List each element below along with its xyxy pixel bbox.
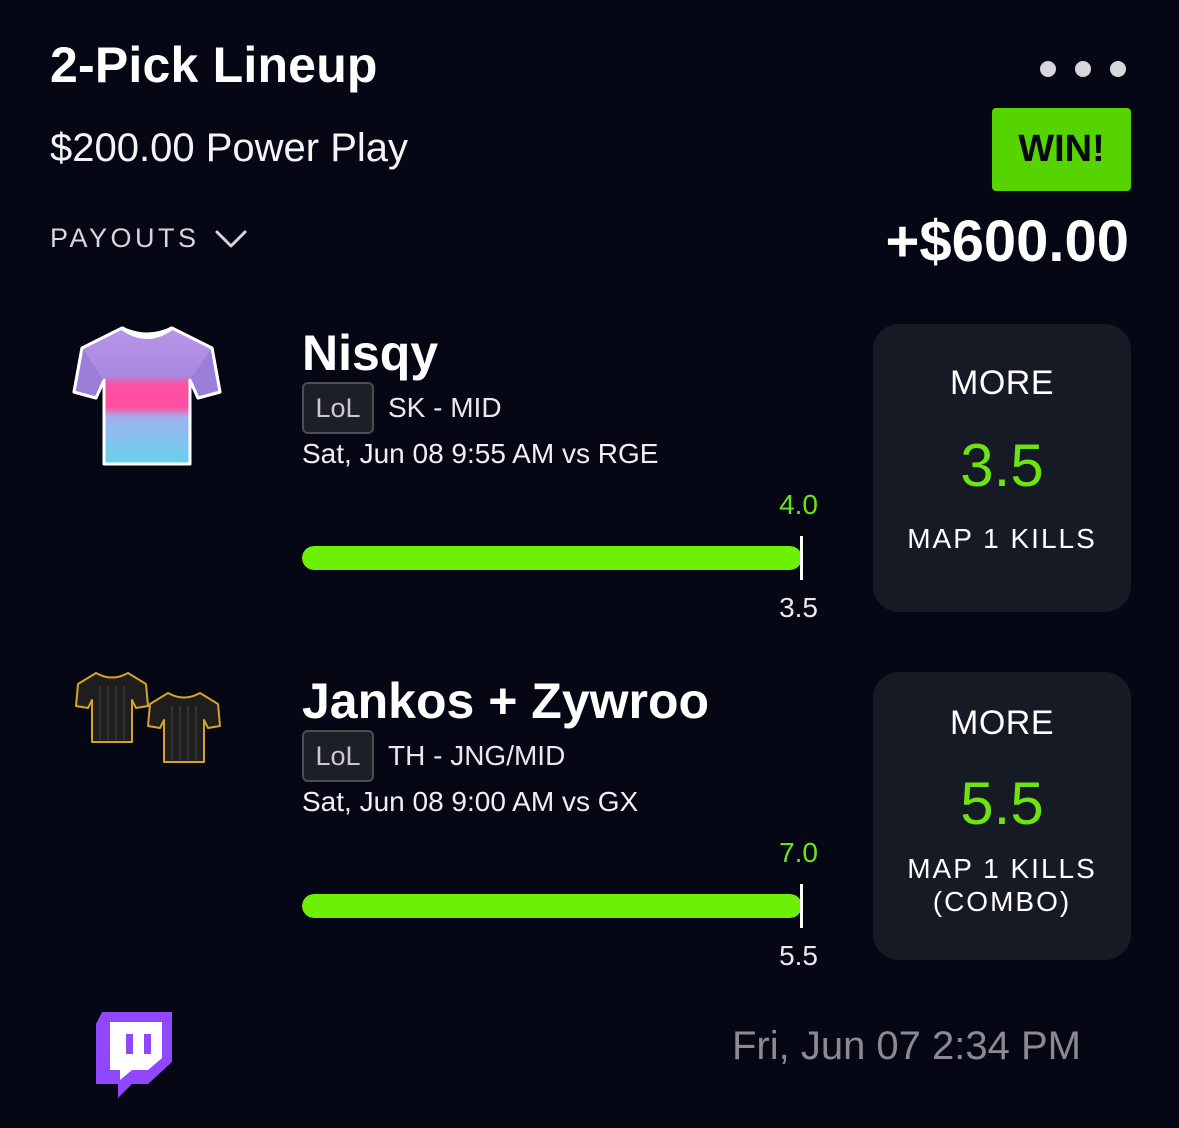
- pick-line: 5.5: [960, 770, 1044, 837]
- progress-fill: [302, 546, 802, 570]
- league-tag: LoL: [302, 730, 374, 782]
- team-position: TH - JNG/MID: [388, 740, 566, 771]
- jersey-icon: [72, 322, 222, 470]
- pick-line: 3.5: [960, 432, 1044, 499]
- dot: [1075, 61, 1091, 77]
- player-name[interactable]: Nisqy: [302, 324, 438, 382]
- league-tag: LoL: [302, 382, 374, 434]
- pick-stat-sub: (COMBO): [932, 886, 1072, 918]
- entry-amount: $200.00 Power Play: [50, 126, 409, 170]
- payouts-label: PAYOUTS: [50, 223, 200, 253]
- pick-stat: MAP 1 KILLS (COMBO): [907, 852, 1097, 918]
- lineup-title: 2-Pick Lineup: [50, 37, 378, 93]
- actual-value: 7.0: [779, 837, 818, 868]
- line-value: 3.5: [779, 592, 818, 623]
- line-marker: [800, 536, 803, 580]
- player-name[interactable]: Jankos + Zywroo: [302, 672, 709, 730]
- team-position: SK - MID: [388, 392, 502, 423]
- winnings-amount: +$600.00: [885, 209, 1129, 274]
- progress-bar: [302, 894, 802, 918]
- more-options-icon[interactable]: [1040, 56, 1135, 82]
- dot: [1040, 61, 1056, 77]
- lineup-timestamp: Fri, Jun 07 2:34 PM: [731, 1024, 1081, 1068]
- game-info: Sat, Jun 08 9:55 AM vs RGE: [302, 438, 659, 469]
- pick-stat-label: MAP 1 KILLS: [907, 853, 1097, 884]
- jersey-icon: [74, 670, 222, 766]
- pick-direction: MORE: [950, 364, 1054, 402]
- line-value: 5.5: [779, 940, 818, 971]
- payouts-toggle[interactable]: PAYOUTS: [50, 223, 248, 254]
- pick-direction: MORE: [950, 704, 1054, 742]
- chevron-down-icon: [215, 230, 247, 247]
- pick-card[interactable]: MORE 5.5 MAP 1 KILLS (COMBO): [873, 672, 1131, 960]
- progress-fill: [302, 894, 802, 918]
- pick-card[interactable]: MORE 3.5 MAP 1 KILLS: [873, 324, 1131, 612]
- actual-value: 4.0: [779, 489, 818, 520]
- progress-bar: [302, 546, 802, 570]
- win-badge: WIN!: [992, 108, 1131, 191]
- dot: [1110, 61, 1126, 77]
- twitch-icon[interactable]: [96, 1012, 172, 1105]
- pick-stat: MAP 1 KILLS: [907, 523, 1097, 554]
- line-marker: [800, 884, 803, 928]
- game-info: Sat, Jun 08 9:00 AM vs GX: [302, 786, 639, 817]
